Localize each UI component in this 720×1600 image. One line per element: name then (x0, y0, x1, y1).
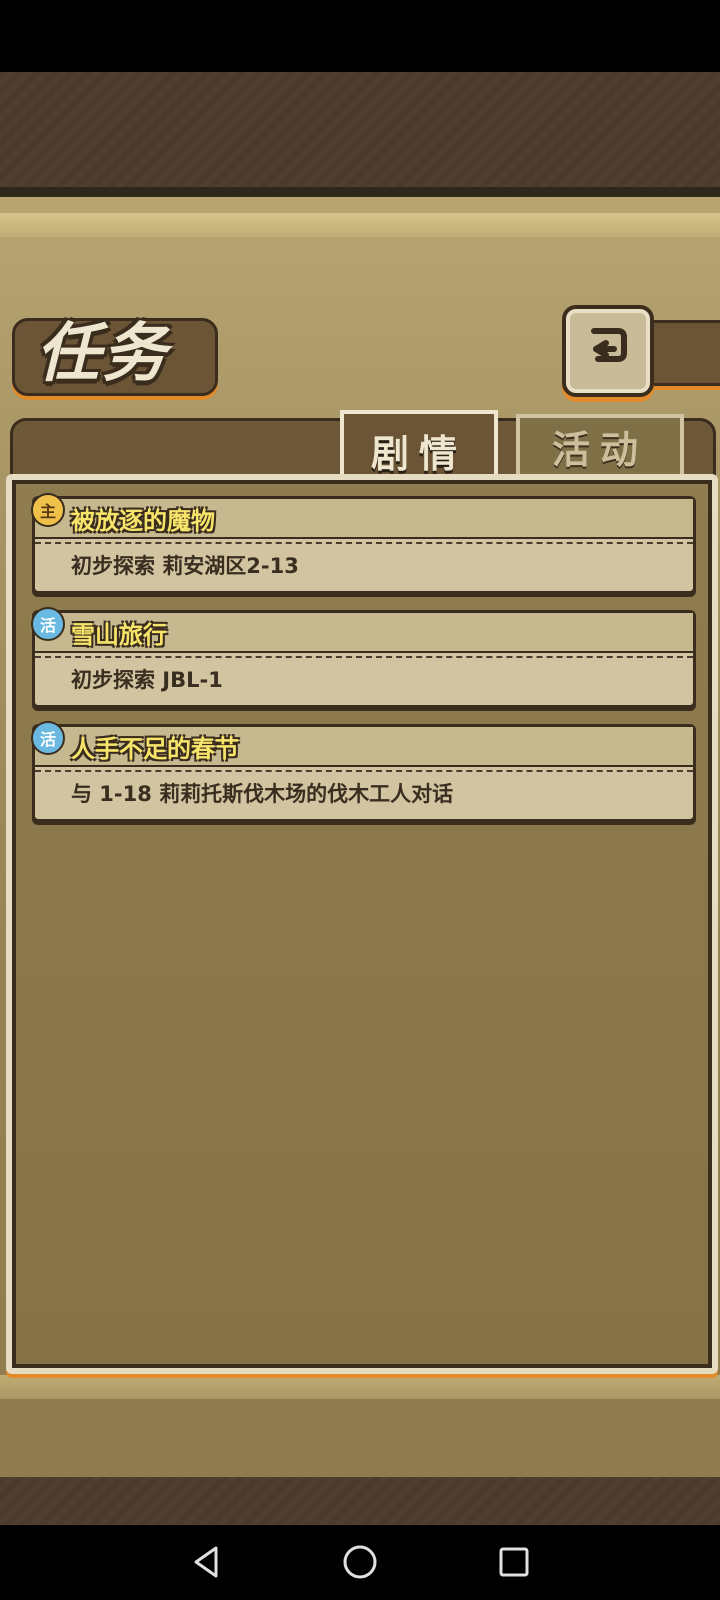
quest-description: 初步探索 JBL-1 (71, 668, 223, 692)
quest-header: 主 被放逐的魔物 (31, 493, 693, 544)
quest-description: 初步探索 莉安湖区2-13 (71, 554, 299, 578)
quest-header: 活 雪山旅行 (31, 607, 693, 658)
wood-border-top (0, 72, 720, 197)
status-bar (0, 0, 720, 72)
quest-item[interactable]: 活 雪山旅行 初步探索 JBL-1 (31, 607, 696, 708)
nav-back-icon[interactable] (184, 1540, 228, 1584)
nav-recents-icon[interactable] (492, 1540, 536, 1584)
main-quest-badge: 主 (31, 493, 65, 527)
quest-header: 活 人手不足的春节 (31, 721, 693, 772)
quest-description: 与 1-18 莉莉托斯伐木场的伐木工人对话 (71, 782, 454, 806)
quest-item[interactable]: 主 被放逐的魔物 初步探索 莉安湖区2-13 (31, 493, 696, 594)
return-arrow-icon (584, 321, 632, 382)
event-quest-badge: 活 (31, 607, 65, 641)
event-quest-badge: 活 (31, 721, 65, 755)
tab-story-label: 剧情 (370, 431, 467, 476)
tab-events-label: 活动 (551, 427, 648, 472)
torn-edge-bottom (0, 1375, 720, 1399)
wood-border-bottom (0, 1477, 720, 1525)
quest-item[interactable]: 活 人手不足的春节 与 1-18 莉莉托斯伐木场的伐木工人对话 (31, 721, 696, 822)
torn-edge-top (0, 213, 720, 237)
nav-home-icon[interactable] (338, 1540, 382, 1584)
quest-panel (6, 474, 718, 1374)
quest-title: 雪山旅行 (71, 621, 167, 649)
back-button[interactable] (562, 305, 654, 397)
quest-title: 人手不足的春节 (71, 735, 239, 763)
page-title: 任务 (36, 317, 168, 391)
tab-events[interactable]: 活动 (516, 414, 684, 474)
quest-title: 被放逐的魔物 (71, 507, 215, 535)
